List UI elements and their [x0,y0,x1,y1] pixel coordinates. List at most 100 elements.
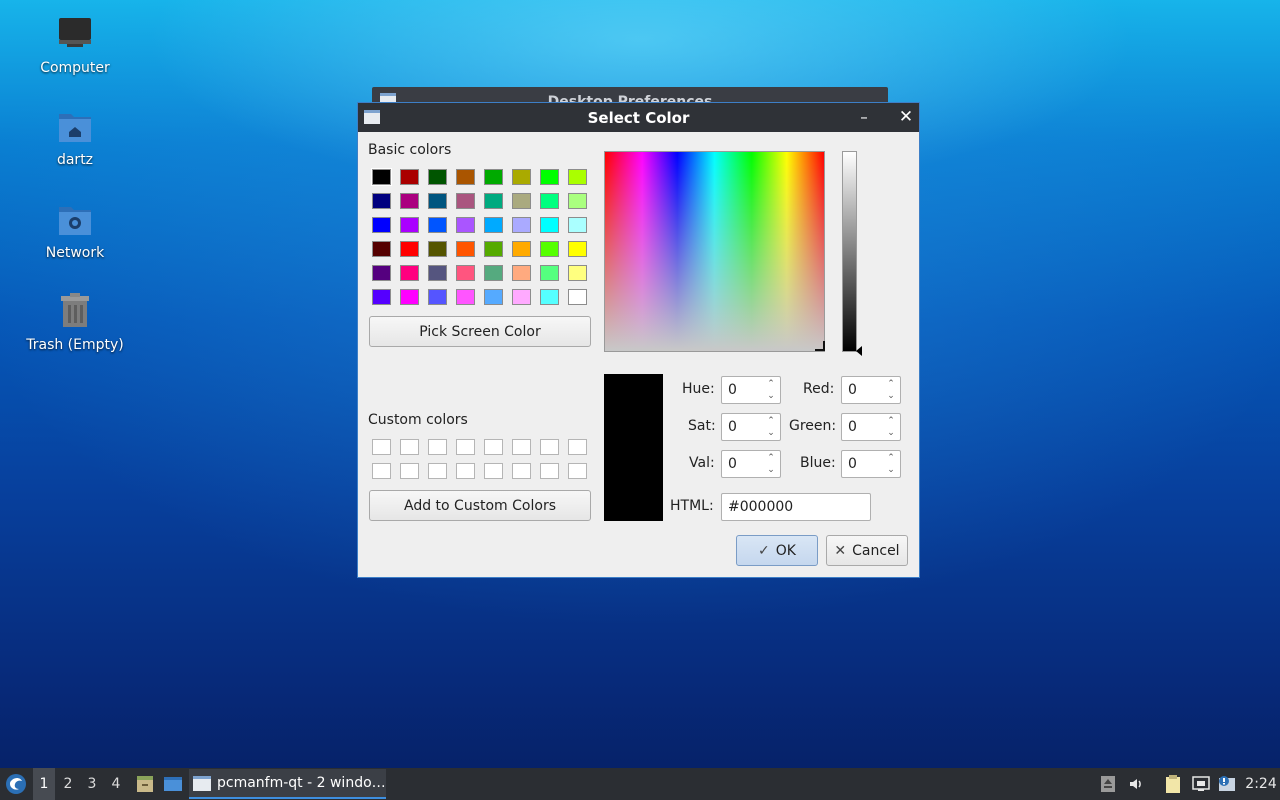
workspace-3-button[interactable]: 3 [81,768,103,800]
basic-color-swatch[interactable] [456,169,475,185]
hue-spinbox[interactable]: 0 ⌃ ⌄ [721,376,781,404]
tray-volume-button[interactable] [1127,768,1145,800]
basic-color-swatch[interactable] [372,265,391,281]
html-color-input[interactable]: #000000 [721,493,871,521]
basic-color-swatch[interactable] [428,265,447,281]
spin-down-icon[interactable]: ⌄ [885,464,897,476]
basic-color-swatch[interactable] [428,169,447,185]
desktop-icon-network[interactable]: Network [20,201,130,261]
spin-up-icon[interactable]: ⌃ [765,415,777,427]
taskbar-task-pcmanfm[interactable]: pcmanfm-qt - 2 windo… [189,769,386,799]
ok-button[interactable]: ✓ OK [736,535,818,566]
tray-clipboard-button[interactable] [1163,768,1183,800]
basic-color-swatch[interactable] [484,241,503,257]
basic-color-swatch[interactable] [400,193,419,209]
basic-color-swatch[interactable] [428,241,447,257]
spectrum-crosshair[interactable] [815,341,825,351]
basic-color-swatch[interactable] [484,169,503,185]
basic-color-swatch[interactable] [540,217,559,233]
add-to-custom-colors-button[interactable]: Add to Custom Colors [369,490,591,521]
desktop-icon-trash[interactable]: Trash (Empty) [20,293,130,353]
basic-color-swatch[interactable] [428,217,447,233]
value-slider[interactable] [842,151,857,352]
basic-color-swatch[interactable] [484,265,503,281]
spin-down-icon[interactable]: ⌄ [765,427,777,439]
show-desktop-button[interactable] [162,768,184,800]
custom-color-swatch[interactable] [512,439,531,455]
minimize-icon[interactable]: – [854,107,874,127]
tray-network-button[interactable] [1191,768,1211,800]
custom-color-swatch[interactable] [568,439,587,455]
custom-color-swatch[interactable] [512,463,531,479]
basic-color-swatch[interactable] [428,289,447,305]
basic-color-swatch[interactable] [484,217,503,233]
basic-color-swatch[interactable] [568,217,587,233]
custom-color-swatch[interactable] [568,463,587,479]
file-manager-launcher[interactable] [134,768,156,800]
desktop-icon-home[interactable]: dartz [20,108,130,168]
basic-color-swatch[interactable] [512,217,531,233]
basic-color-swatch[interactable] [372,217,391,233]
basic-color-swatch[interactable] [540,169,559,185]
custom-color-swatch[interactable] [400,463,419,479]
workspace-4-button[interactable]: 4 [105,768,127,800]
spin-up-icon[interactable]: ⌃ [885,415,897,427]
custom-color-swatch[interactable] [456,439,475,455]
value-slider-handle-icon[interactable] [856,346,862,356]
custom-color-swatch[interactable] [540,439,559,455]
basic-color-swatch[interactable] [428,193,447,209]
spin-up-icon[interactable]: ⌃ [765,452,777,464]
basic-color-swatch[interactable] [456,241,475,257]
val-spinbox[interactable]: 0 ⌃ ⌄ [721,450,781,478]
red-spinbox[interactable]: 0 ⌃ ⌄ [841,376,901,404]
custom-color-swatch[interactable] [484,439,503,455]
start-menu-button[interactable] [4,768,28,800]
basic-color-swatch[interactable] [512,265,531,281]
basic-color-swatch[interactable] [400,265,419,281]
basic-color-swatch[interactable] [456,193,475,209]
cancel-button[interactable]: ✕ Cancel [826,535,908,566]
spin-up-icon[interactable]: ⌃ [765,378,777,390]
basic-color-swatch[interactable] [512,289,531,305]
basic-color-swatch[interactable] [512,193,531,209]
basic-color-swatch[interactable] [484,193,503,209]
basic-color-swatch[interactable] [372,241,391,257]
workspace-1-button[interactable]: 1 [33,768,55,800]
spin-down-icon[interactable]: ⌄ [765,390,777,402]
basic-color-swatch[interactable] [540,289,559,305]
basic-color-swatch[interactable] [456,289,475,305]
basic-color-swatch[interactable] [372,193,391,209]
basic-color-swatch[interactable] [568,289,587,305]
spin-up-icon[interactable]: ⌃ [885,452,897,464]
pick-screen-color-button[interactable]: Pick Screen Color [369,316,591,347]
dialog-titlebar[interactable]: Select Color – ✕ [358,103,919,132]
basic-color-swatch[interactable] [568,169,587,185]
spin-down-icon[interactable]: ⌄ [765,464,777,476]
basic-color-swatch[interactable] [400,289,419,305]
basic-color-swatch[interactable] [568,241,587,257]
basic-color-swatch[interactable] [512,169,531,185]
custom-color-swatch[interactable] [372,463,391,479]
basic-color-swatch[interactable] [372,289,391,305]
tray-eject-button[interactable] [1099,768,1117,800]
custom-color-swatch[interactable] [372,439,391,455]
green-spinbox[interactable]: 0 ⌃ ⌄ [841,413,901,441]
custom-color-swatch[interactable] [400,439,419,455]
custom-color-swatch[interactable] [428,439,447,455]
basic-color-swatch[interactable] [568,265,587,281]
basic-color-swatch[interactable] [456,265,475,281]
spin-up-icon[interactable]: ⌃ [885,378,897,390]
blue-spinbox[interactable]: 0 ⌃ ⌄ [841,450,901,478]
spin-down-icon[interactable]: ⌄ [885,390,897,402]
basic-color-swatch[interactable] [484,289,503,305]
sat-spinbox[interactable]: 0 ⌃ ⌄ [721,413,781,441]
basic-color-swatch[interactable] [540,265,559,281]
basic-color-swatch[interactable] [400,169,419,185]
workspace-2-button[interactable]: 2 [57,768,79,800]
custom-color-swatch[interactable] [428,463,447,479]
clock[interactable]: 2:24 [1245,768,1276,800]
basic-color-swatch[interactable] [540,193,559,209]
tray-notification-button[interactable] [1216,768,1238,800]
desktop-icon-computer[interactable]: Computer [20,16,130,76]
basic-color-swatch[interactable] [540,241,559,257]
